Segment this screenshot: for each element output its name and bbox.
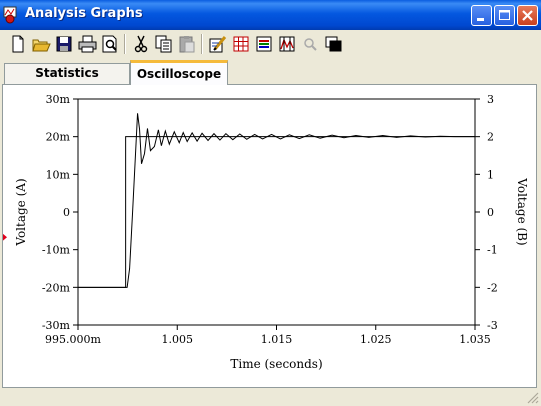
y-right-tick-label: -3 [487, 319, 498, 332]
zoom-icon [304, 38, 317, 51]
y-right-tick-label: -2 [487, 281, 498, 294]
y-right-tick-label: 2 [487, 131, 494, 144]
y-left-tick-label: 0 [63, 206, 70, 219]
cursors-button[interactable] [276, 33, 298, 55]
analysis-app-icon [3, 6, 17, 24]
x-tick-label: 1.015 [261, 333, 293, 346]
trace-marker [1, 232, 7, 243]
y-right-tick-label: 0 [487, 206, 494, 219]
new-icon [12, 35, 24, 53]
close-icon [522, 10, 533, 21]
legend-icon [256, 36, 272, 52]
print-icon [78, 35, 97, 53]
y-left-tick-label: -10m [42, 244, 71, 257]
y-left-tick-label: -30m [42, 319, 71, 332]
copy-icon [155, 35, 172, 53]
grid-icon [233, 36, 249, 52]
cut-button[interactable] [130, 33, 152, 55]
y-right-axis-label: Voltage (B) [515, 177, 529, 245]
minimize-button[interactable] [471, 5, 492, 26]
x-tick-label: 1.035 [459, 333, 491, 346]
zoom-button[interactable] [299, 33, 321, 55]
legend-button[interactable] [253, 33, 275, 55]
maximize-icon [499, 10, 510, 20]
y-right-tick-label: -1 [487, 244, 498, 257]
toolbar-separator [124, 34, 126, 54]
toolbar [0, 30, 541, 59]
status-bar [0, 388, 541, 406]
oscilloscope-chart[interactable]: 30m 20m 10m 0 -10m -20m -30m 3 2 1 0 -1 -2 -3 995.000m… [1, 85, 536, 387]
print-preview-icon [102, 35, 117, 53]
minimize-icon [477, 18, 484, 21]
x-tick-label: 995.000m [45, 333, 101, 346]
y-left-tick-label: -20m [42, 281, 71, 294]
paste-button[interactable] [176, 33, 198, 55]
window-title: Analysis Graphs [25, 6, 143, 21]
open-icon [32, 39, 51, 52]
y-left-tick-label: 20m [46, 131, 71, 144]
toolbar-separator [201, 34, 203, 54]
grid-button[interactable] [230, 33, 252, 55]
copy-button[interactable] [153, 33, 175, 55]
cut-icon [134, 35, 148, 53]
plot-area [77, 98, 476, 326]
print-button[interactable] [76, 33, 98, 55]
save-button[interactable] [53, 33, 75, 55]
cursors-icon [279, 36, 295, 52]
graph-panel: 30m 20m 10m 0 -10m -20m -30m 3 2 1 0 -1 -2 -3 995.000m… [1, 84, 537, 388]
y-right-tick-label: 1 [487, 168, 494, 181]
x-tick-label: 1.005 [162, 333, 194, 346]
y-left-axis-label: Voltage (A) [14, 178, 28, 246]
paste-icon [179, 36, 195, 53]
tab-strip: Statistics [Analog] Oscilloscope [0, 59, 541, 99]
title-bar[interactable]: Analysis Graphs [0, 0, 541, 30]
save-icon [56, 36, 72, 52]
tab-statistics-analog[interactable]: Statistics [Analog] [4, 63, 130, 99]
open-button[interactable] [30, 33, 52, 55]
y-right-tick-label: 3 [487, 93, 494, 106]
new-button[interactable] [7, 33, 29, 55]
properties-icon [209, 36, 227, 53]
tab-oscilloscope[interactable]: Oscilloscope [130, 60, 228, 85]
properties-button[interactable] [207, 33, 229, 55]
reverse-colors-icon [325, 36, 342, 52]
x-axis-label: Time (seconds) [230, 357, 322, 371]
close-button[interactable] [517, 5, 538, 26]
y-left-tick-label: 30m [46, 93, 71, 106]
reverse-colors-button[interactable] [322, 33, 344, 55]
y-left-tick-label: 10m [46, 168, 71, 181]
maximize-button[interactable] [494, 5, 515, 26]
resize-grip-icon[interactable] [525, 390, 539, 404]
print-preview-button[interactable] [99, 33, 121, 55]
x-tick-label: 1.025 [360, 333, 392, 346]
